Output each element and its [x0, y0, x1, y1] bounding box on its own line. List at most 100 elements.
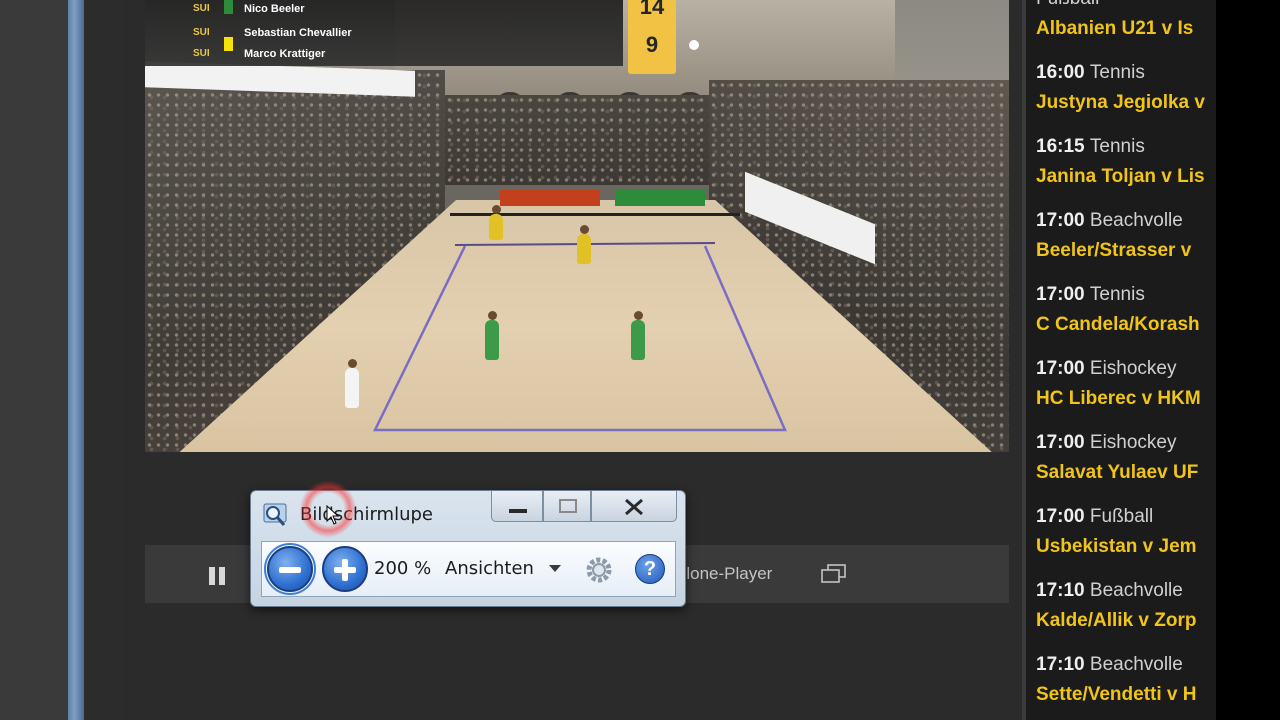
magnifier-app-icon	[263, 503, 287, 526]
window-border	[68, 0, 84, 720]
schedule-item[interactable]: 16:15 Tennis Janina Toljan v Lis	[1036, 132, 1216, 206]
serve-indicator-icon	[689, 40, 699, 50]
schedule-time: 17:00 Eishockey	[1036, 432, 1177, 454]
help-button[interactable]: ?	[635, 554, 665, 584]
player-name: Nico Beeler	[244, 3, 305, 15]
schedule-sport: Beachvolle	[1089, 580, 1183, 601]
schedule-item[interactable]: 17:00 Eishockey HC Liberec v HKM	[1036, 354, 1216, 428]
schedule-list: Fußball Albanien U21 v Is 16:00 Tennis Just…	[1036, 0, 1216, 720]
minimize-icon	[509, 509, 527, 513]
flag-icon	[224, 0, 233, 14]
schedule-match[interactable]: Beeler/Strasser v	[1036, 240, 1191, 262]
schedule-item[interactable]: 17:10 Beachvolle Kalde/Allik v Zorp	[1036, 576, 1216, 650]
schedule-sport: Eishockey	[1089, 432, 1177, 453]
scoreboard: SUI Nico Beeler SUI Sebastian Chevallier…	[145, 0, 725, 74]
video-player	[631, 311, 645, 360]
schedule-time: 17:10 Beachvolle	[1036, 654, 1183, 676]
video-player	[485, 311, 499, 360]
schedule-match[interactable]: Salavat Yulaev UF	[1036, 462, 1198, 484]
schedule-item[interactable]: 17:10 Beachvolle Sette/Vendetti v H	[1036, 650, 1216, 720]
team-country: SUI	[193, 27, 210, 38]
schedule-time: 17:00 Fußball	[1036, 506, 1153, 528]
chevron-down-icon[interactable]	[549, 565, 561, 572]
video-player	[345, 359, 359, 408]
schedule-time: 17:00 Beachvolle	[1036, 210, 1183, 232]
video-adboard	[615, 190, 705, 206]
player-name: Marco Krattiger	[244, 48, 326, 60]
schedule-match[interactable]: Usbekistan v Jem	[1036, 536, 1197, 558]
schedule-match[interactable]: C Candela/Korash	[1036, 314, 1200, 336]
schedule-time-value: 17:00	[1036, 210, 1085, 231]
schedule-time-value: 17:00	[1036, 432, 1085, 453]
maximize-button[interactable]	[543, 491, 591, 522]
close-button[interactable]	[591, 491, 677, 522]
mouse-cursor-icon	[326, 505, 340, 525]
pause-button[interactable]	[207, 567, 227, 585]
video-adboard	[500, 190, 600, 206]
schedule-time: 17:00 Eishockey	[1036, 358, 1177, 380]
scoreboard-names-panel	[145, 0, 623, 66]
score-bottom: 9	[645, 32, 659, 57]
gear-icon[interactable]	[584, 555, 614, 585]
schedule-time: 16:15 Tennis	[1036, 136, 1145, 158]
flag-icon	[224, 37, 233, 51]
schedule-sport: Eishockey	[1089, 358, 1177, 379]
schedule-item[interactable]: 17:00 Beachvolle Beeler/Strasser v	[1036, 206, 1216, 280]
schedule-sport: Fußball	[1089, 506, 1154, 527]
video-player	[489, 205, 503, 240]
schedule-sport: Tennis	[1089, 284, 1145, 305]
zoom-in-button[interactable]	[322, 546, 368, 592]
schedule-item[interactable]: 16:00 Tennis Justyna Jegiolka v	[1036, 58, 1216, 132]
score-top: 14	[639, 0, 665, 19]
team-country: SUI	[193, 48, 210, 59]
schedule-time: 16:00 Tennis	[1036, 62, 1145, 84]
pause-icon	[219, 567, 225, 585]
minus-icon	[279, 567, 301, 573]
schedule-match[interactable]: Justyna Jegiolka v	[1036, 92, 1205, 114]
minimize-button[interactable]	[491, 491, 543, 522]
schedule-time-value: 17:10	[1036, 654, 1085, 675]
schedule-sport: Tennis	[1089, 62, 1145, 83]
schedule-sport: Tennis	[1089, 136, 1145, 157]
left-gutter	[0, 0, 70, 720]
schedule-time-value: 16:00	[1036, 62, 1085, 83]
screen: SUI Nico Beeler SUI Sebastian Chevallier…	[0, 0, 1280, 720]
schedule-item[interactable]: 17:00 Eishockey Salavat Yulaev UF	[1036, 428, 1216, 502]
schedule-item[interactable]: Fußball Albanien U21 v Is	[1036, 0, 1216, 58]
schedule-match[interactable]: Sette/Vendetti v H	[1036, 684, 1197, 706]
schedule-sport: Beachvolle	[1089, 210, 1183, 231]
pause-icon	[209, 567, 215, 585]
schedule-time: 17:00 Tennis	[1036, 284, 1145, 306]
schedule-time: Fußball	[1036, 0, 1099, 10]
schedule-match[interactable]: Kalde/Allik v Zorp	[1036, 610, 1196, 632]
schedule-item[interactable]: 17:00 Tennis C Candela/Korash	[1036, 280, 1216, 354]
schedule-sport: Fußball	[1036, 0, 1099, 9]
schedule-match[interactable]: Albanien U21 v Is	[1036, 18, 1193, 40]
window-controls	[491, 491, 677, 523]
close-icon	[625, 498, 643, 516]
schedule-sport: Beachvolle	[1089, 654, 1183, 675]
schedule-panel: Fußball Albanien U21 v Is 16:00 Tennis Just…	[1022, 0, 1216, 720]
score-box: 14 9	[628, 0, 676, 74]
magnifier-toolbar: 200 % Ansichten ?	[261, 541, 676, 597]
popout-window-icon[interactable]	[821, 564, 847, 584]
video-player	[577, 225, 591, 264]
schedule-time: 17:10 Beachvolle	[1036, 580, 1183, 602]
window-frame	[84, 0, 122, 720]
schedule-match[interactable]: HC Liberec v HKM	[1036, 388, 1201, 410]
screen-edge	[1216, 0, 1280, 720]
schedule-time-value: 17:00	[1036, 284, 1085, 305]
schedule-item[interactable]: 17:00 Fußball Usbekistan v Jem	[1036, 502, 1216, 576]
player-name: Sebastian Chevallier	[244, 27, 352, 39]
zoom-level: 200 %	[374, 558, 432, 579]
views-dropdown[interactable]: Ansichten	[445, 558, 534, 579]
standalone-player-link[interactable]: Alone-Player	[675, 564, 772, 584]
schedule-time-value: 17:10	[1036, 580, 1085, 601]
schedule-match[interactable]: Janina Toljan v Lis	[1036, 166, 1205, 188]
maximize-icon	[559, 499, 577, 513]
team-country: SUI	[193, 3, 210, 14]
schedule-time-value: 16:15	[1036, 136, 1085, 157]
schedule-time-value: 17:00	[1036, 506, 1085, 527]
schedule-time-value: 17:00	[1036, 358, 1085, 379]
zoom-out-button[interactable]	[264, 543, 316, 595]
